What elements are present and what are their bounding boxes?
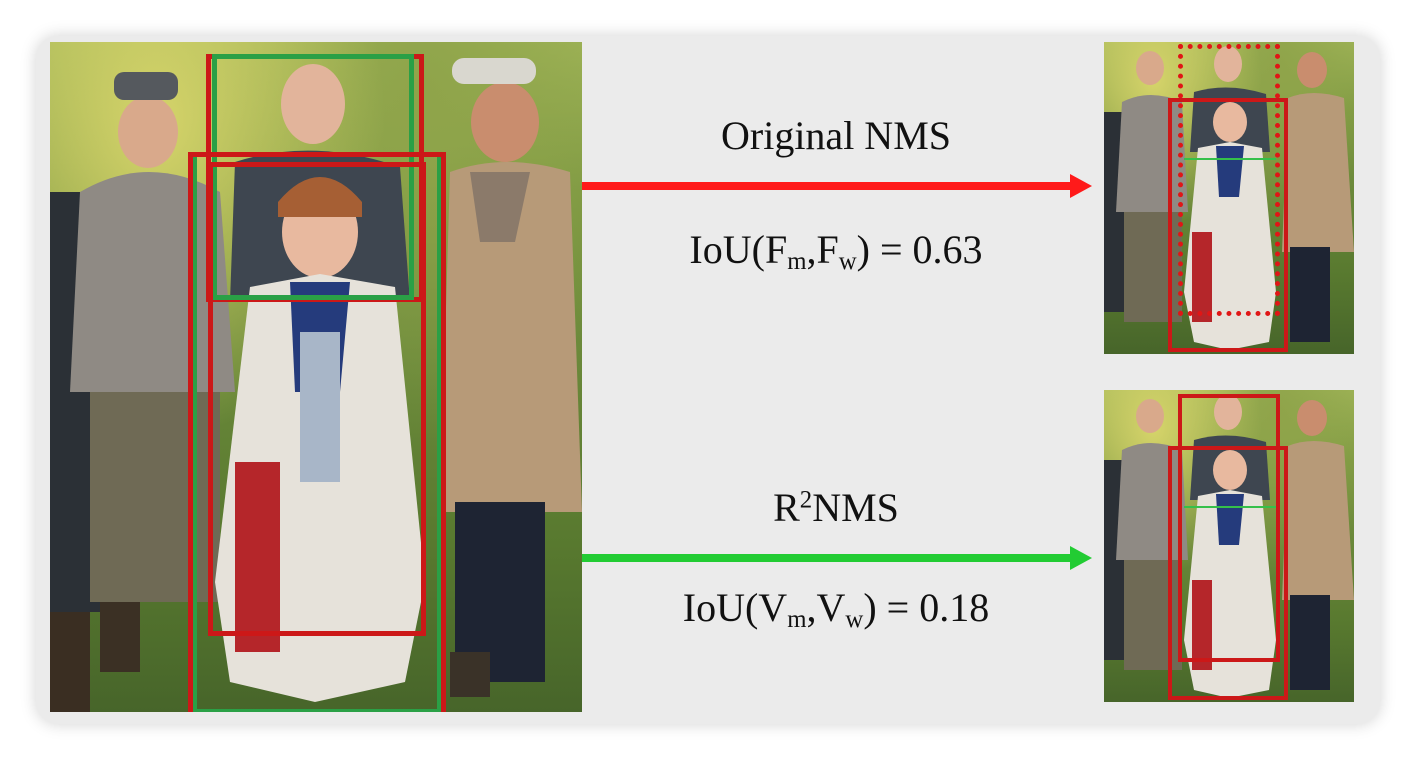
red-box-kept (1168, 98, 1288, 352)
iou-v-formula: IoU(Vm,Vw) = 0.18 (636, 584, 1036, 634)
iou-f-value: ) = 0.63 (856, 227, 983, 272)
green-arrow (582, 546, 1092, 570)
iou-f-mid: ,F (806, 227, 839, 272)
iou-v-sub-w: w (845, 606, 864, 634)
group-photo (50, 42, 582, 712)
original-nms-title: Original NMS (656, 112, 1016, 159)
iou-v-value: ) = 0.18 (863, 585, 990, 630)
original-nms-result-photo (1104, 42, 1354, 354)
iou-f-sub-w: w (838, 248, 857, 276)
figure-card: Original NMS IoU(Fm,Fw) = 0.63 R2NMS IoU… (36, 36, 1380, 724)
red-arrow-head (1070, 174, 1092, 198)
iou-v-prefix: IoU(V (682, 585, 788, 630)
r2nms-prefix: R (773, 485, 800, 530)
r2nms-suffix: NMS (812, 485, 899, 530)
green-arrow-head (1070, 546, 1092, 570)
red-box-front-person-outer (188, 152, 446, 712)
red-box-front-kept (1168, 446, 1288, 700)
r2nms-sup: 2 (799, 486, 813, 514)
iou-f-formula: IoU(Fm,Fw) = 0.63 (636, 226, 1036, 276)
green-arrow-shaft (582, 554, 1076, 562)
r2nms-title: R2NMS (656, 484, 1016, 531)
iou-v-mid: ,V (806, 585, 846, 630)
green-line-bottom (1184, 506, 1276, 508)
red-arrow-shaft (582, 182, 1076, 190)
r2nms-result-photo (1104, 390, 1354, 702)
original-nms-text: Original NMS (721, 113, 951, 158)
green-line-top (1184, 158, 1276, 160)
red-arrow (582, 174, 1092, 198)
iou-f-prefix: IoU(F (689, 227, 788, 272)
iou-f-sub-m: m (787, 248, 807, 276)
iou-v-sub-m: m (787, 606, 807, 634)
